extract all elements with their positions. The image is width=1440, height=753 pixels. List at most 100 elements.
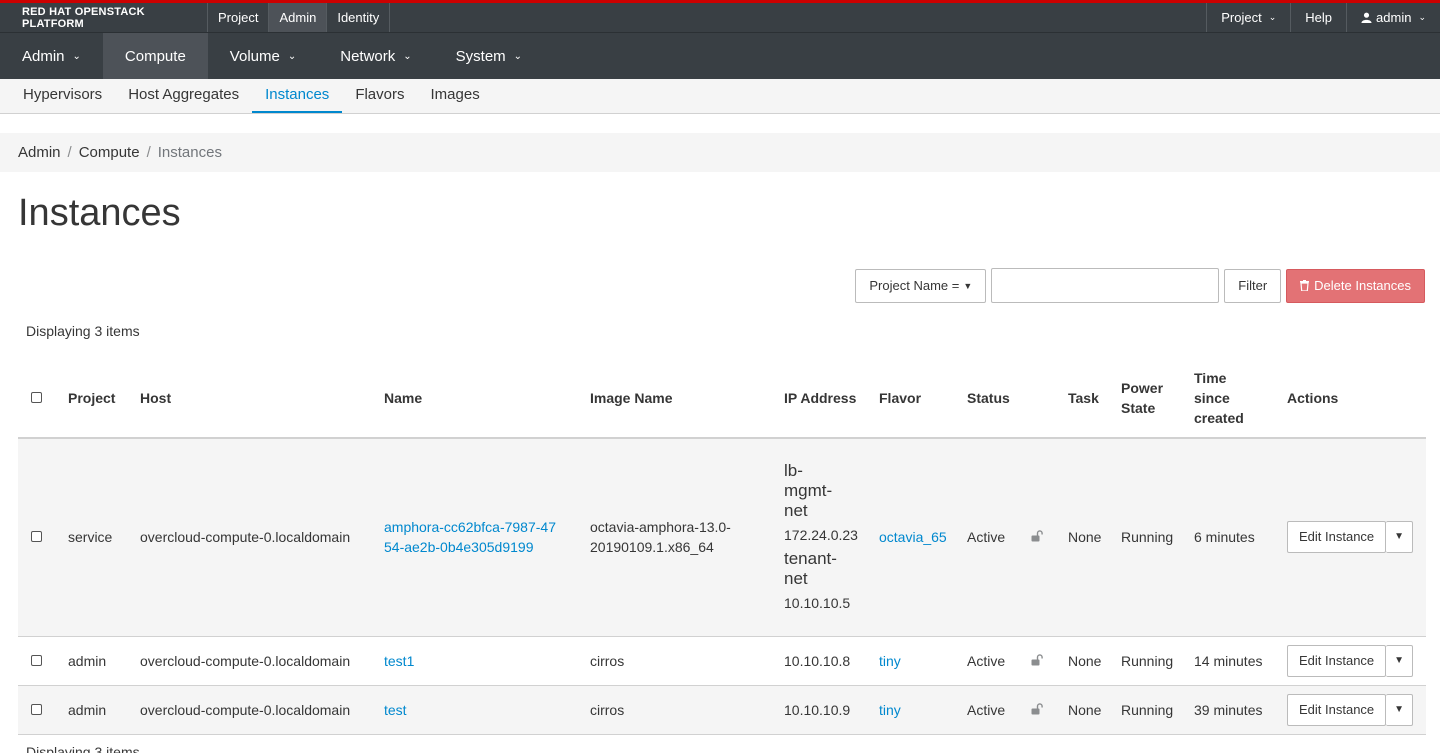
cell-flavor: octavia_65 [871, 438, 959, 637]
cell-ip-address: 10.10.10.8 [776, 636, 871, 686]
cell-project: service [60, 438, 129, 637]
header-project[interactable]: Project [60, 359, 129, 439]
header-power-state[interactable]: Power State [1113, 359, 1186, 439]
trash-icon [1300, 280, 1310, 291]
cell-name: amphora-cc62bfca-7987-47 54-ae2b-0b4e305… [376, 438, 582, 637]
nav-volume-label: Volume [229, 47, 280, 65]
ip-address: 10.10.10.5 [784, 595, 851, 612]
network-name: lb- mgmt- net [784, 461, 863, 521]
table-row: admin overcloud-compute-0.localdomain te… [18, 636, 1426, 686]
item-count: Displaying 3 items [26, 323, 140, 339]
cell-task: None [1060, 685, 1113, 735]
cell-task: None [1060, 636, 1113, 686]
chevron-down-icon: ⌄ [72, 50, 81, 62]
tab-instances[interactable]: Instances [252, 79, 343, 113]
header-time-since-created[interactable]: Time since created [1186, 359, 1279, 439]
cell-actions: Edit Instance ▼ [1279, 685, 1426, 735]
header-task[interactable]: Task [1060, 359, 1113, 439]
masthead: RED HAT OPENSTACK PLATFORM Project Admin… [0, 0, 1440, 32]
caret-down-icon: ▼ [1394, 703, 1405, 715]
flavor-link[interactable]: tiny [879, 653, 901, 669]
net1-line1: lb- [784, 461, 803, 481]
actions-dropdown-toggle[interactable]: ▼ [1386, 644, 1414, 677]
delete-instances-button[interactable]: Delete Instances [1286, 268, 1425, 303]
instance-name-link[interactable]: test1 [384, 653, 414, 669]
header-image-name[interactable]: Image Name [582, 359, 776, 439]
instance-name-link[interactable]: test [384, 702, 407, 718]
top-tab-admin[interactable]: Admin [269, 3, 328, 32]
breadcrumb-admin[interactable]: Admin [18, 144, 61, 161]
nav-admin-label: Admin [22, 47, 65, 65]
nav-compute-label: Compute [124, 47, 186, 65]
cell-actions: Edit Instance ▼ [1279, 636, 1426, 686]
flavor-link[interactable]: tiny [879, 702, 901, 718]
edit-instance-button[interactable]: Edit Instance [1287, 521, 1387, 554]
row-actions: Edit Instance ▼ [1287, 693, 1418, 726]
row-checkbox[interactable] [31, 654, 42, 666]
breadcrumb-separator: / [67, 144, 72, 161]
row-select-cell [18, 636, 60, 686]
tab-hypervisors[interactable]: Hypervisors [10, 79, 115, 113]
instances-table: Project Host Name Image Name IP Address … [18, 359, 1426, 735]
cell-flavor: tiny [871, 685, 959, 735]
flavor-link[interactable]: octavia_65 [879, 529, 947, 545]
header-ip-address[interactable]: IP Address [776, 359, 871, 439]
row-select-cell [18, 685, 60, 735]
cell-flavor: tiny [871, 636, 959, 686]
header-time-line3: created [1194, 410, 1244, 426]
chevron-down-icon: ⌄ [403, 50, 412, 62]
header-flavor[interactable]: Flavor [871, 359, 959, 439]
cell-project: admin [60, 636, 129, 686]
cell-name: test [376, 685, 582, 735]
instance-name-line2: 54-ae2b-0b4e305d9199 [384, 539, 534, 556]
header-status[interactable]: Status [959, 359, 1023, 439]
filter-field-dropdown[interactable]: Project Name = ▼ [855, 268, 987, 303]
breadcrumb-compute[interactable]: Compute [79, 144, 140, 161]
edit-instance-button[interactable]: Edit Instance [1287, 644, 1387, 677]
page-title: Instances [18, 192, 181, 234]
net1-line3: net [784, 501, 808, 521]
actions-dropdown-toggle[interactable]: ▼ [1386, 693, 1414, 726]
cell-host: overcloud-compute-0.localdomain [129, 636, 376, 686]
caret-down-icon: ▼ [1394, 654, 1405, 666]
row-checkbox[interactable] [31, 703, 42, 715]
edit-instance-button[interactable]: Edit Instance [1287, 693, 1387, 726]
filter-input[interactable] [991, 268, 1220, 303]
chevron-down-icon: ⌄ [1268, 12, 1277, 22]
cell-status: Active [959, 636, 1023, 686]
project-menu-label: Project [1221, 10, 1262, 25]
nav-network[interactable]: Network ⌄ [318, 33, 433, 79]
tab-images[interactable]: Images [418, 79, 493, 113]
nav-admin[interactable]: Admin ⌄ [0, 33, 103, 79]
help-link[interactable]: Help [1290, 3, 1346, 32]
brand-logo[interactable]: RED HAT OPENSTACK PLATFORM [0, 3, 208, 32]
breadcrumb-separator: / [146, 144, 151, 161]
filter-button[interactable]: Filter [1224, 268, 1282, 303]
header-host[interactable]: Host [129, 359, 376, 439]
cell-time-since-created: 6 minutes [1186, 438, 1279, 637]
header-time-line1: Time [1194, 370, 1227, 386]
header-name[interactable]: Name [376, 359, 582, 439]
caret-down-icon: ▼ [1394, 531, 1405, 543]
tab-flavors[interactable]: Flavors [342, 79, 417, 113]
project-menu[interactable]: Project ⌄ [1206, 3, 1290, 32]
network-name: tenant- net [784, 549, 863, 589]
row-checkbox[interactable] [31, 531, 42, 543]
actions-dropdown-toggle[interactable]: ▼ [1386, 521, 1414, 554]
item-count-footer: Displaying 3 items [26, 743, 140, 753]
user-menu[interactable]: admin ⌄ [1346, 3, 1440, 32]
nav-system[interactable]: System ⌄ [434, 33, 544, 79]
net2-line2: net [784, 569, 808, 589]
top-tab-project[interactable]: Project [208, 3, 270, 32]
cell-time-since-created: 14 minutes [1186, 636, 1279, 686]
table-row: service overcloud-compute-0.localdomain … [18, 438, 1426, 637]
select-all-checkbox[interactable] [31, 392, 42, 403]
tab-host-aggregates[interactable]: Host Aggregates [115, 79, 252, 113]
breadcrumb-instances: Instances [157, 144, 222, 161]
nav-compute[interactable]: Compute [102, 33, 208, 79]
header-lock [1023, 359, 1060, 439]
top-tab-identity[interactable]: Identity [327, 3, 391, 32]
header-power-line2: State [1121, 400, 1156, 416]
nav-volume[interactable]: Volume ⌄ [208, 33, 318, 79]
instance-name-link[interactable]: amphora-cc62bfca-7987-47 54-ae2b-0b4e305… [384, 519, 556, 555]
